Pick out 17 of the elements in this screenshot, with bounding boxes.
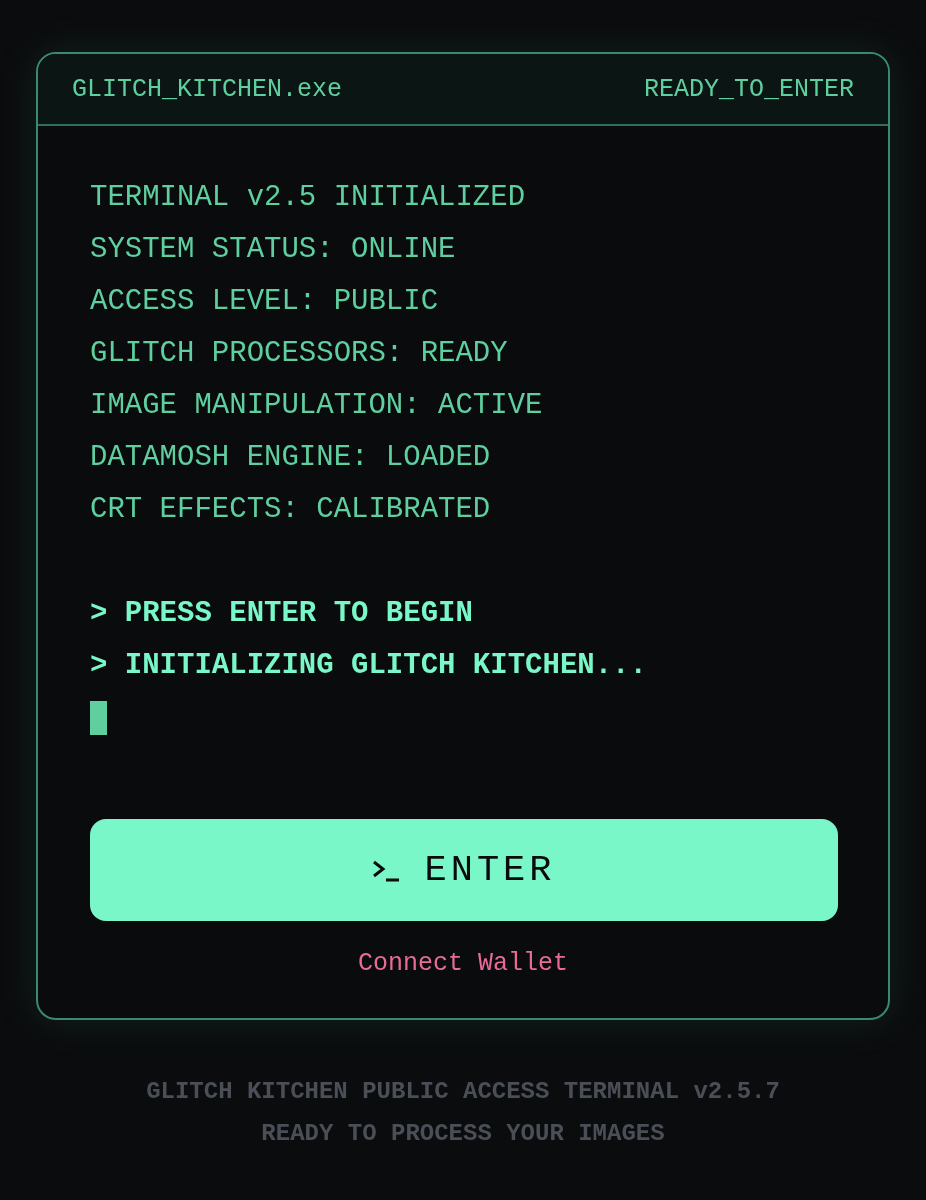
prompt-line: > INITIALIZING GLITCH KITCHEN... (90, 648, 648, 684)
status-line: CRT EFFECTS: CALIBRATED (90, 492, 492, 528)
status-line: GLITCH PROCESSORS: READY (90, 336, 509, 372)
status-line: SYSTEM STATUS: ONLINE (90, 232, 457, 268)
status-line: ACCESS LEVEL: PUBLIC (90, 284, 440, 320)
status-line: DATAMOSH ENGINE: LOADED (90, 440, 492, 476)
status-line: IMAGE MANIPULATION: ACTIVE (90, 388, 544, 424)
enter-button[interactable]: ENTER (90, 819, 838, 921)
footer-text: READY TO PROCESS YOUR IMAGES (261, 1119, 665, 1149)
text-cursor (90, 701, 107, 735)
window-title: GLITCH_KITCHEN.exe (72, 74, 343, 104)
window-status: READY_TO_ENTER (643, 74, 854, 104)
prompt-line: > PRESS ENTER TO BEGIN (90, 596, 474, 632)
connect-wallet-link[interactable]: Connect Wallet (357, 949, 568, 978)
terminal-prompt-icon (372, 858, 401, 882)
footer-text: GLITCH KITCHEN PUBLIC ACCESS TERMINAL v2.5.7 (146, 1077, 780, 1107)
status-line: TERMINAL v2.5 INITIALIZED (90, 180, 527, 216)
